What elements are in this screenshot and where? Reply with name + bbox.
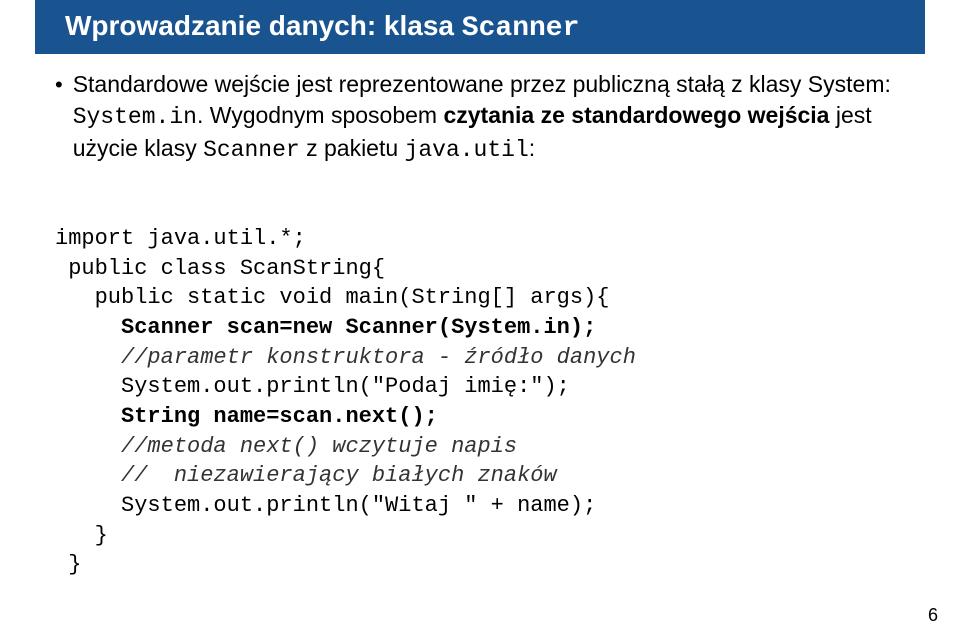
code-line: System.out.println("Podaj imię:"); — [55, 374, 570, 399]
code-comment: //metoda next() wczytuje napis — [55, 434, 517, 459]
code-line: } — [55, 523, 108, 548]
title-text: Wprowadzanie danych: klasa — [65, 10, 462, 41]
code-line: public static void main(String[] args){ — [55, 285, 610, 310]
para-bold1: czytania ze standardowego wejścia — [443, 102, 829, 128]
code-comment: // niezawierający białych znaków — [55, 463, 557, 488]
para-mono2: Scanner — [203, 137, 300, 163]
code-line: System.out.println("Witaj " + name); — [55, 493, 596, 518]
code-comment: //parametr konstruktora - źródło danych — [55, 345, 636, 370]
page-number: 6 — [928, 605, 938, 626]
para-t4: z pakietu — [300, 135, 405, 161]
code-line: public class ScanString{ — [55, 256, 385, 281]
slide-content: • Standardowe wejście jest reprezentowan… — [0, 54, 960, 610]
code-line-bold: String name=scan.next(); — [55, 404, 438, 429]
para-mono3: java.util — [405, 137, 529, 163]
bullet-icon: • — [55, 71, 63, 100]
slide-title: Wprowadzanie danych: klasa Scanner — [35, 0, 925, 54]
bullet-paragraph: • Standardowe wejście jest reprezentowan… — [55, 69, 905, 166]
code-line: import java.util.*; — [55, 226, 306, 251]
para-mono1: System.in — [73, 104, 197, 130]
para-t2: . Wygodnym sposobem — [197, 102, 444, 128]
para-t5: : — [529, 135, 535, 161]
title-mono: Scanner — [462, 13, 580, 44]
code-block: import java.util.*; public class ScanStr… — [55, 194, 905, 610]
code-line-bold: Scanner scan=new Scanner(System.in); — [55, 315, 596, 340]
paragraph-text: Standardowe wejście jest reprezentowane … — [73, 69, 905, 166]
para-t1: Standardowe wejście jest reprezentowane … — [73, 71, 891, 97]
code-line: } — [55, 552, 81, 577]
